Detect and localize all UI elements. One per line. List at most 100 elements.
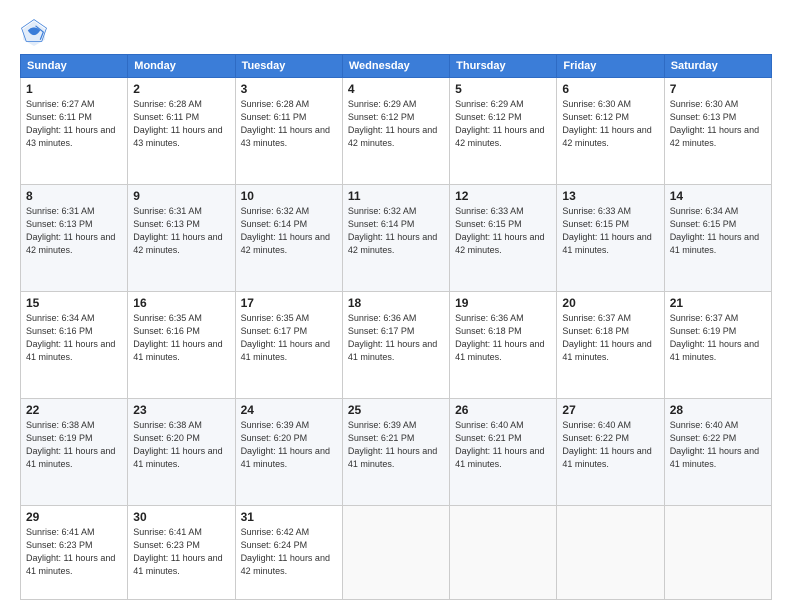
day-number: 19 xyxy=(455,296,551,310)
calendar-cell: 21 Sunrise: 6:37 AMSunset: 6:19 PMDaylig… xyxy=(664,292,771,399)
calendar-day-header: Thursday xyxy=(450,55,557,78)
calendar-cell: 5 Sunrise: 6:29 AMSunset: 6:12 PMDayligh… xyxy=(450,78,557,185)
day-number: 11 xyxy=(348,189,444,203)
day-number: 9 xyxy=(133,189,229,203)
day-number: 5 xyxy=(455,82,551,96)
calendar-day-header: Friday xyxy=(557,55,664,78)
calendar-cell xyxy=(450,506,557,600)
calendar-day-header: Monday xyxy=(128,55,235,78)
calendar-cell: 1 Sunrise: 6:27 AMSunset: 6:11 PMDayligh… xyxy=(21,78,128,185)
day-number: 22 xyxy=(26,403,122,417)
calendar-cell: 7 Sunrise: 6:30 AMSunset: 6:13 PMDayligh… xyxy=(664,78,771,185)
day-info: Sunrise: 6:32 AMSunset: 6:14 PMDaylight:… xyxy=(241,205,337,257)
day-info: Sunrise: 6:36 AMSunset: 6:18 PMDaylight:… xyxy=(455,312,551,364)
day-number: 4 xyxy=(348,82,444,96)
calendar-cell: 19 Sunrise: 6:36 AMSunset: 6:18 PMDaylig… xyxy=(450,292,557,399)
calendar-cell: 31 Sunrise: 6:42 AMSunset: 6:24 PMDaylig… xyxy=(235,506,342,600)
calendar-cell: 11 Sunrise: 6:32 AMSunset: 6:14 PMDaylig… xyxy=(342,185,449,292)
calendar-row: 22 Sunrise: 6:38 AMSunset: 6:19 PMDaylig… xyxy=(21,399,772,506)
day-info: Sunrise: 6:30 AMSunset: 6:13 PMDaylight:… xyxy=(670,98,766,150)
calendar-cell: 29 Sunrise: 6:41 AMSunset: 6:23 PMDaylig… xyxy=(21,506,128,600)
day-info: Sunrise: 6:36 AMSunset: 6:17 PMDaylight:… xyxy=(348,312,444,364)
calendar-cell: 8 Sunrise: 6:31 AMSunset: 6:13 PMDayligh… xyxy=(21,185,128,292)
calendar-cell: 3 Sunrise: 6:28 AMSunset: 6:11 PMDayligh… xyxy=(235,78,342,185)
calendar-cell: 26 Sunrise: 6:40 AMSunset: 6:21 PMDaylig… xyxy=(450,399,557,506)
calendar-cell xyxy=(342,506,449,600)
day-number: 3 xyxy=(241,82,337,96)
calendar-header-row: SundayMondayTuesdayWednesdayThursdayFrid… xyxy=(21,55,772,78)
day-number: 10 xyxy=(241,189,337,203)
day-number: 18 xyxy=(348,296,444,310)
day-info: Sunrise: 6:34 AMSunset: 6:16 PMDaylight:… xyxy=(26,312,122,364)
day-number: 31 xyxy=(241,510,337,524)
calendar-body: 1 Sunrise: 6:27 AMSunset: 6:11 PMDayligh… xyxy=(21,78,772,600)
calendar-cell: 18 Sunrise: 6:36 AMSunset: 6:17 PMDaylig… xyxy=(342,292,449,399)
day-info: Sunrise: 6:31 AMSunset: 6:13 PMDaylight:… xyxy=(133,205,229,257)
day-number: 28 xyxy=(670,403,766,417)
day-info: Sunrise: 6:40 AMSunset: 6:21 PMDaylight:… xyxy=(455,419,551,471)
day-number: 16 xyxy=(133,296,229,310)
calendar-cell: 17 Sunrise: 6:35 AMSunset: 6:17 PMDaylig… xyxy=(235,292,342,399)
day-info: Sunrise: 6:35 AMSunset: 6:17 PMDaylight:… xyxy=(241,312,337,364)
calendar-cell: 28 Sunrise: 6:40 AMSunset: 6:22 PMDaylig… xyxy=(664,399,771,506)
logo xyxy=(20,18,52,46)
header xyxy=(20,18,772,46)
day-number: 30 xyxy=(133,510,229,524)
calendar-cell: 9 Sunrise: 6:31 AMSunset: 6:13 PMDayligh… xyxy=(128,185,235,292)
day-info: Sunrise: 6:33 AMSunset: 6:15 PMDaylight:… xyxy=(455,205,551,257)
day-number: 1 xyxy=(26,82,122,96)
day-info: Sunrise: 6:40 AMSunset: 6:22 PMDaylight:… xyxy=(562,419,658,471)
day-info: Sunrise: 6:38 AMSunset: 6:19 PMDaylight:… xyxy=(26,419,122,471)
calendar-cell: 23 Sunrise: 6:38 AMSunset: 6:20 PMDaylig… xyxy=(128,399,235,506)
day-number: 14 xyxy=(670,189,766,203)
logo-icon xyxy=(20,18,48,46)
calendar-cell: 20 Sunrise: 6:37 AMSunset: 6:18 PMDaylig… xyxy=(557,292,664,399)
page: SundayMondayTuesdayWednesdayThursdayFrid… xyxy=(0,0,792,612)
day-info: Sunrise: 6:29 AMSunset: 6:12 PMDaylight:… xyxy=(455,98,551,150)
day-info: Sunrise: 6:39 AMSunset: 6:20 PMDaylight:… xyxy=(241,419,337,471)
day-info: Sunrise: 6:41 AMSunset: 6:23 PMDaylight:… xyxy=(26,526,122,578)
day-number: 23 xyxy=(133,403,229,417)
day-info: Sunrise: 6:31 AMSunset: 6:13 PMDaylight:… xyxy=(26,205,122,257)
calendar-cell xyxy=(664,506,771,600)
day-number: 20 xyxy=(562,296,658,310)
day-number: 6 xyxy=(562,82,658,96)
day-info: Sunrise: 6:34 AMSunset: 6:15 PMDaylight:… xyxy=(670,205,766,257)
day-info: Sunrise: 6:38 AMSunset: 6:20 PMDaylight:… xyxy=(133,419,229,471)
calendar-cell: 13 Sunrise: 6:33 AMSunset: 6:15 PMDaylig… xyxy=(557,185,664,292)
calendar-cell: 24 Sunrise: 6:39 AMSunset: 6:20 PMDaylig… xyxy=(235,399,342,506)
day-info: Sunrise: 6:41 AMSunset: 6:23 PMDaylight:… xyxy=(133,526,229,578)
day-info: Sunrise: 6:42 AMSunset: 6:24 PMDaylight:… xyxy=(241,526,337,578)
day-info: Sunrise: 6:30 AMSunset: 6:12 PMDaylight:… xyxy=(562,98,658,150)
day-number: 26 xyxy=(455,403,551,417)
day-number: 12 xyxy=(455,189,551,203)
calendar-cell: 2 Sunrise: 6:28 AMSunset: 6:11 PMDayligh… xyxy=(128,78,235,185)
day-info: Sunrise: 6:37 AMSunset: 6:19 PMDaylight:… xyxy=(670,312,766,364)
day-number: 13 xyxy=(562,189,658,203)
day-info: Sunrise: 6:40 AMSunset: 6:22 PMDaylight:… xyxy=(670,419,766,471)
calendar-cell: 12 Sunrise: 6:33 AMSunset: 6:15 PMDaylig… xyxy=(450,185,557,292)
calendar-cell: 22 Sunrise: 6:38 AMSunset: 6:19 PMDaylig… xyxy=(21,399,128,506)
day-number: 17 xyxy=(241,296,337,310)
calendar-day-header: Saturday xyxy=(664,55,771,78)
calendar-cell: 6 Sunrise: 6:30 AMSunset: 6:12 PMDayligh… xyxy=(557,78,664,185)
calendar-cell: 27 Sunrise: 6:40 AMSunset: 6:22 PMDaylig… xyxy=(557,399,664,506)
day-number: 7 xyxy=(670,82,766,96)
day-info: Sunrise: 6:32 AMSunset: 6:14 PMDaylight:… xyxy=(348,205,444,257)
day-number: 8 xyxy=(26,189,122,203)
day-number: 24 xyxy=(241,403,337,417)
calendar-day-header: Sunday xyxy=(21,55,128,78)
day-number: 25 xyxy=(348,403,444,417)
calendar-day-header: Tuesday xyxy=(235,55,342,78)
calendar-cell: 16 Sunrise: 6:35 AMSunset: 6:16 PMDaylig… xyxy=(128,292,235,399)
day-info: Sunrise: 6:28 AMSunset: 6:11 PMDaylight:… xyxy=(241,98,337,150)
day-number: 2 xyxy=(133,82,229,96)
calendar-cell: 14 Sunrise: 6:34 AMSunset: 6:15 PMDaylig… xyxy=(664,185,771,292)
day-info: Sunrise: 6:35 AMSunset: 6:16 PMDaylight:… xyxy=(133,312,229,364)
day-info: Sunrise: 6:27 AMSunset: 6:11 PMDaylight:… xyxy=(26,98,122,150)
day-number: 27 xyxy=(562,403,658,417)
day-number: 15 xyxy=(26,296,122,310)
day-info: Sunrise: 6:28 AMSunset: 6:11 PMDaylight:… xyxy=(133,98,229,150)
calendar-row: 29 Sunrise: 6:41 AMSunset: 6:23 PMDaylig… xyxy=(21,506,772,600)
calendar-row: 1 Sunrise: 6:27 AMSunset: 6:11 PMDayligh… xyxy=(21,78,772,185)
